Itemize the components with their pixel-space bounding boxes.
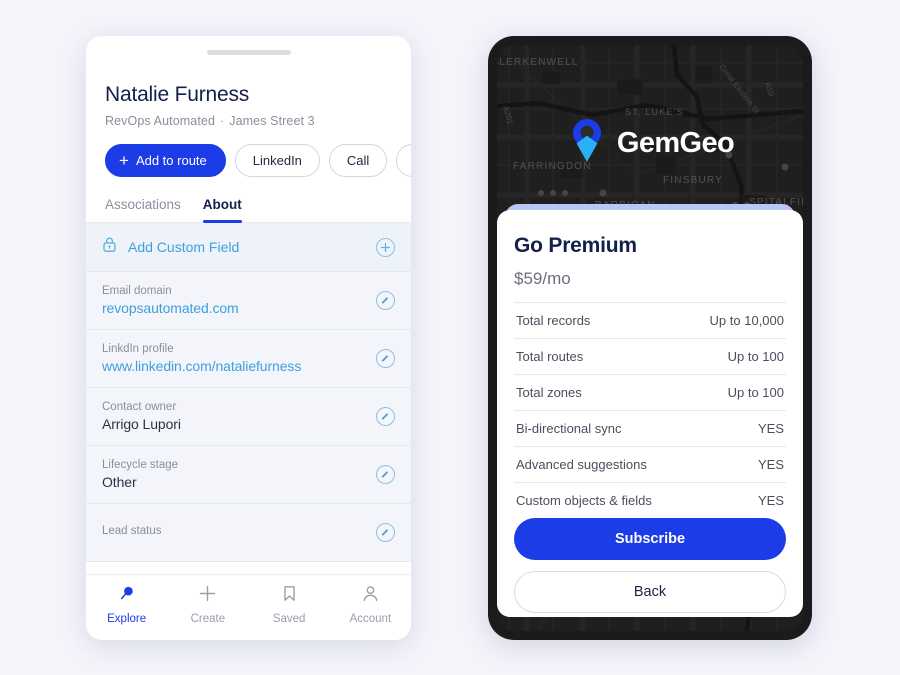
plan-row-label: Total records [516, 313, 591, 328]
field-text: Lead status [102, 525, 376, 540]
call-label: Call [346, 153, 370, 168]
field-text: Contact owner Arrigo Lupori [102, 401, 376, 432]
plan-row-value: Up to 10,000 [709, 313, 784, 328]
contact-subtitle: RevOps Automated · James Street 3 [105, 114, 392, 128]
nav-item-create[interactable]: Create [167, 584, 248, 625]
field-text: LinkdIn profile www.linkedin.com/natalie… [102, 343, 376, 374]
nav-item-create-label: Create [190, 613, 226, 625]
plan-row: Bi-directional sync YES [514, 410, 786, 446]
plan-row-value: Up to 100 [727, 385, 784, 400]
plan-row-value: Up to 100 [727, 349, 784, 364]
plan-row-value: YES [757, 493, 784, 508]
plus-circle-icon[interactable] [376, 237, 395, 257]
gemgeo-wordmark: GemGeo [616, 127, 735, 159]
back-label: Back [633, 584, 667, 600]
field-text: Email domain revopsautomated.com [102, 285, 376, 316]
field-row-linkedin-profile[interactable]: LinkdIn profile www.linkedin.com/natalie… [86, 330, 411, 388]
plan-row: Total zones Up to 100 [514, 374, 786, 410]
phone-screen: CLERKENWELL ST. LUKE'S FARRINGDON BARBIC… [497, 45, 803, 631]
plan-row: Total records Up to 10,000 [514, 302, 786, 338]
edit-pencil-icon[interactable] [376, 406, 395, 426]
subtitle-separator: · [220, 114, 225, 128]
call-button[interactable]: Call [328, 144, 388, 177]
contact-detail-panel: Natalie Furness RevOps Automated · James S… [86, 36, 411, 640]
nav-item-account-label: Account [349, 613, 392, 625]
nav-item-explore[interactable]: Explore [86, 584, 167, 625]
premium-price: $59/mo [514, 269, 571, 288]
gemgeo-pin-icon [566, 117, 608, 170]
field-row-lifecycle-stage[interactable]: Lifecycle stage Other [86, 446, 411, 504]
person-icon [361, 584, 380, 608]
contact-tabs: Associations About [86, 197, 411, 223]
add-custom-field-row[interactable]: Add Custom Field [86, 223, 411, 272]
plan-row-value: YES [757, 421, 784, 436]
premium-title: Go Premium [514, 234, 637, 257]
sheet-actions: Subscribe Back [514, 518, 786, 631]
add-to-route-label: Add to route [135, 153, 207, 168]
plan-row-label: Total routes [516, 349, 584, 364]
field-value: Arrigo Lupori [102, 415, 181, 432]
bookmark-icon [280, 584, 299, 608]
plan-row: Custom objects & fields YES [514, 482, 786, 518]
contact-name: Natalie Furness [105, 83, 250, 106]
edit-pencil-icon[interactable] [376, 290, 395, 310]
tab-associations-label: Associations [105, 197, 181, 212]
field-label: Lead status [102, 524, 162, 537]
plan-row-label: Advanced suggestions [516, 457, 647, 472]
tab-about-label: About [202, 197, 242, 212]
plan-row: Total routes Up to 100 [514, 338, 786, 374]
plan-row-label: Custom objects & fields [516, 493, 652, 508]
linkedin-label: LinkedIn [252, 153, 302, 168]
nav-item-saved[interactable]: Saved [249, 584, 330, 625]
plus-icon [198, 584, 217, 608]
plan-row-label: Bi-directional sync [516, 421, 622, 436]
nav-item-explore-label: Explore [107, 613, 147, 625]
back-button[interactable]: Back [514, 571, 786, 613]
edit-pencil-icon[interactable] [376, 464, 395, 484]
explore-pin-icon [117, 584, 136, 608]
field-row-lead-status[interactable]: Lead status [86, 504, 411, 562]
plan-row: Advanced suggestions YES [514, 446, 786, 482]
field-value: Other [102, 473, 137, 490]
contact-header: Natalie Furness RevOps Automated · James S… [86, 55, 411, 128]
contact-action-chips: + Add to route LinkedIn Call [86, 144, 411, 177]
subscribe-button[interactable]: Subscribe [514, 518, 786, 560]
field-label: Email domain [102, 284, 172, 297]
lock-icon [102, 236, 117, 258]
field-label: Lifecycle stage [102, 458, 179, 471]
premium-phone-mockup: CLERKENWELL ST. LUKE'S FARRINGDON BARBIC… [488, 36, 812, 640]
field-row-contact-owner[interactable]: Contact owner Arrigo Lupori [86, 388, 411, 446]
about-field-list: Add Custom Field Email domain revopsauto… [86, 223, 411, 562]
bottom-navigation-bar: Explore Create Saved Account [86, 574, 411, 640]
subscribe-label: Subscribe [614, 531, 686, 547]
contact-company: RevOps Automated [105, 114, 215, 128]
tab-about[interactable]: About [202, 197, 242, 223]
field-label: Contact owner [102, 400, 177, 413]
nav-item-saved-label: Saved [272, 613, 306, 625]
field-value: revopsautomated.com [102, 299, 239, 316]
plus-icon: + [119, 151, 129, 170]
linkedin-button[interactable]: LinkedIn [234, 144, 320, 177]
edit-pencil-icon[interactable] [376, 522, 395, 542]
tab-associations[interactable]: Associations [105, 197, 181, 222]
field-text: Lifecycle stage Other [102, 459, 376, 490]
add-custom-field-label: Add Custom Field [128, 239, 240, 255]
field-value: www.linkedin.com/nataliefurness [102, 357, 302, 374]
plan-row-label: Total zones [516, 385, 582, 400]
contact-address: James Street 3 [229, 114, 315, 128]
plan-row-value: YES [757, 457, 784, 472]
screenshot-stage: Natalie Furness RevOps Automated · James S… [0, 0, 900, 675]
edit-pencil-icon[interactable] [376, 348, 395, 368]
nav-item-account[interactable]: Account [330, 584, 411, 625]
field-row-email-domain[interactable]: Email domain revopsautomated.com [86, 272, 411, 330]
go-premium-sheet: Go Premium $59/mo Total records Up to 10… [497, 210, 803, 617]
field-label: LinkdIn profile [102, 342, 174, 355]
more-actions-button[interactable] [396, 144, 411, 177]
gemgeo-brand: GemGeo [497, 117, 803, 170]
add-to-route-button[interactable]: + Add to route [105, 144, 226, 177]
